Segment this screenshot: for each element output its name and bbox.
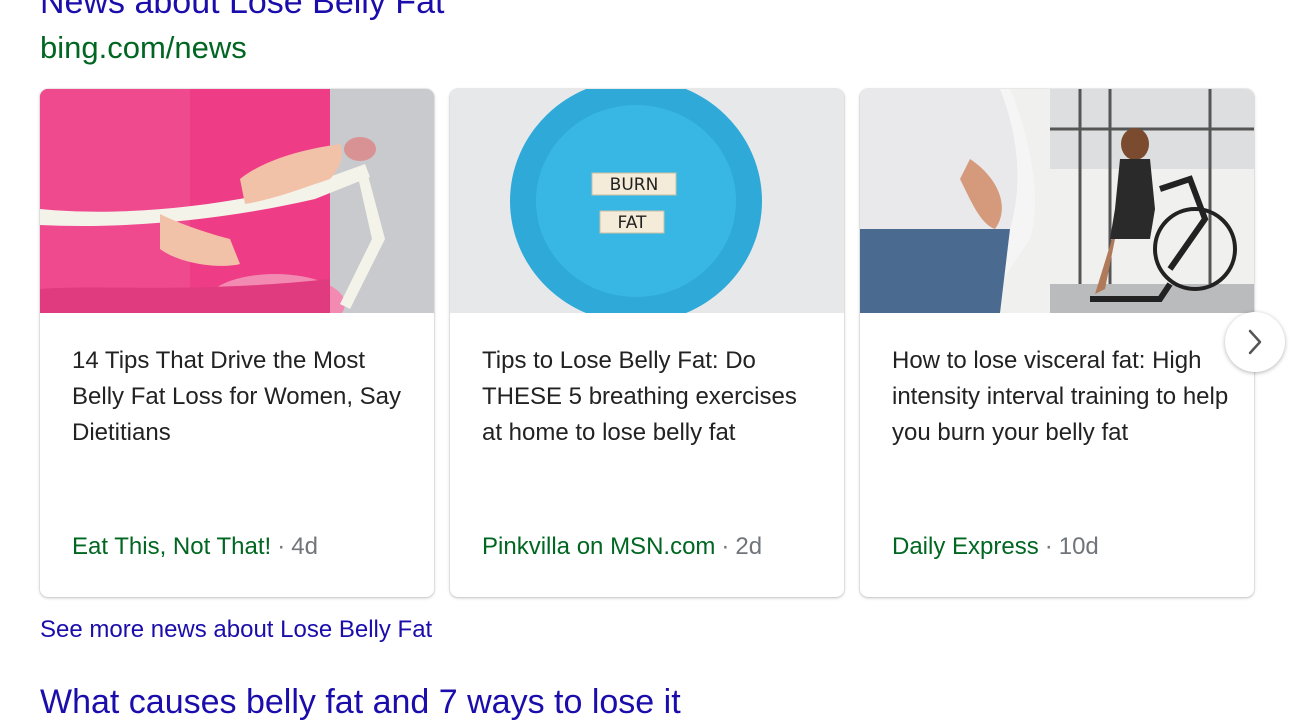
chevron-right-icon bbox=[1248, 329, 1262, 355]
news-publisher: Pinkvilla on MSN.com bbox=[482, 533, 716, 560]
tape-measure-waist-photo bbox=[40, 89, 434, 313]
news-headline[interactable]: 14 Tips That Drive the Most Belly Fat Lo… bbox=[72, 343, 412, 451]
see-more-news-link[interactable]: See more news about Lose Belly Fat bbox=[40, 612, 432, 648]
news-carousel: 14 Tips That Drive the Most Belly Fat Lo… bbox=[40, 89, 1290, 599]
news-age: 4d bbox=[291, 533, 318, 560]
next-result-title[interactable]: What causes belly fat and 7 ways to lose… bbox=[40, 682, 681, 722]
news-meta: Pinkvilla on MSN.com · 2d bbox=[482, 529, 762, 565]
meta-separator: · bbox=[721, 533, 730, 560]
news-meta: Daily Express · 10d bbox=[892, 529, 1099, 565]
belly-and-gym-bike-photo bbox=[860, 89, 1254, 313]
plate-burn-text: BURN bbox=[610, 175, 659, 195]
news-headline[interactable]: Tips to Lose Belly Fat: Do THESE 5 breat… bbox=[482, 343, 822, 451]
news-age: 2d bbox=[735, 533, 763, 560]
carousel-next-button[interactable] bbox=[1225, 312, 1285, 372]
news-section-title[interactable]: News about Lose Belly Fat bbox=[40, 0, 444, 22]
news-age: 10d bbox=[1058, 533, 1099, 560]
meta-separator: · bbox=[1044, 533, 1053, 560]
meta-separator: · bbox=[277, 533, 286, 560]
news-source-url[interactable]: bing.com/news bbox=[40, 30, 247, 66]
news-thumbnail[interactable]: BURN FAT bbox=[450, 89, 844, 313]
news-headline[interactable]: How to lose visceral fat: High intensity… bbox=[892, 343, 1232, 451]
news-card[interactable]: How to lose visceral fat: High intensity… bbox=[860, 89, 1254, 597]
news-meta: Eat This, Not That! · 4d bbox=[72, 529, 318, 565]
news-publisher: Eat This, Not That! bbox=[72, 533, 272, 560]
news-thumbnail[interactable] bbox=[860, 89, 1254, 313]
news-publisher: Daily Express bbox=[892, 533, 1039, 560]
news-thumbnail[interactable] bbox=[40, 89, 434, 313]
burn-fat-plate-photo: BURN FAT bbox=[450, 89, 844, 313]
plate-fat-text: FAT bbox=[618, 213, 648, 233]
news-card[interactable]: 14 Tips That Drive the Most Belly Fat Lo… bbox=[40, 89, 434, 597]
news-card[interactable]: BURN FAT Tips to Lose Belly Fat: Do THES… bbox=[450, 89, 844, 597]
